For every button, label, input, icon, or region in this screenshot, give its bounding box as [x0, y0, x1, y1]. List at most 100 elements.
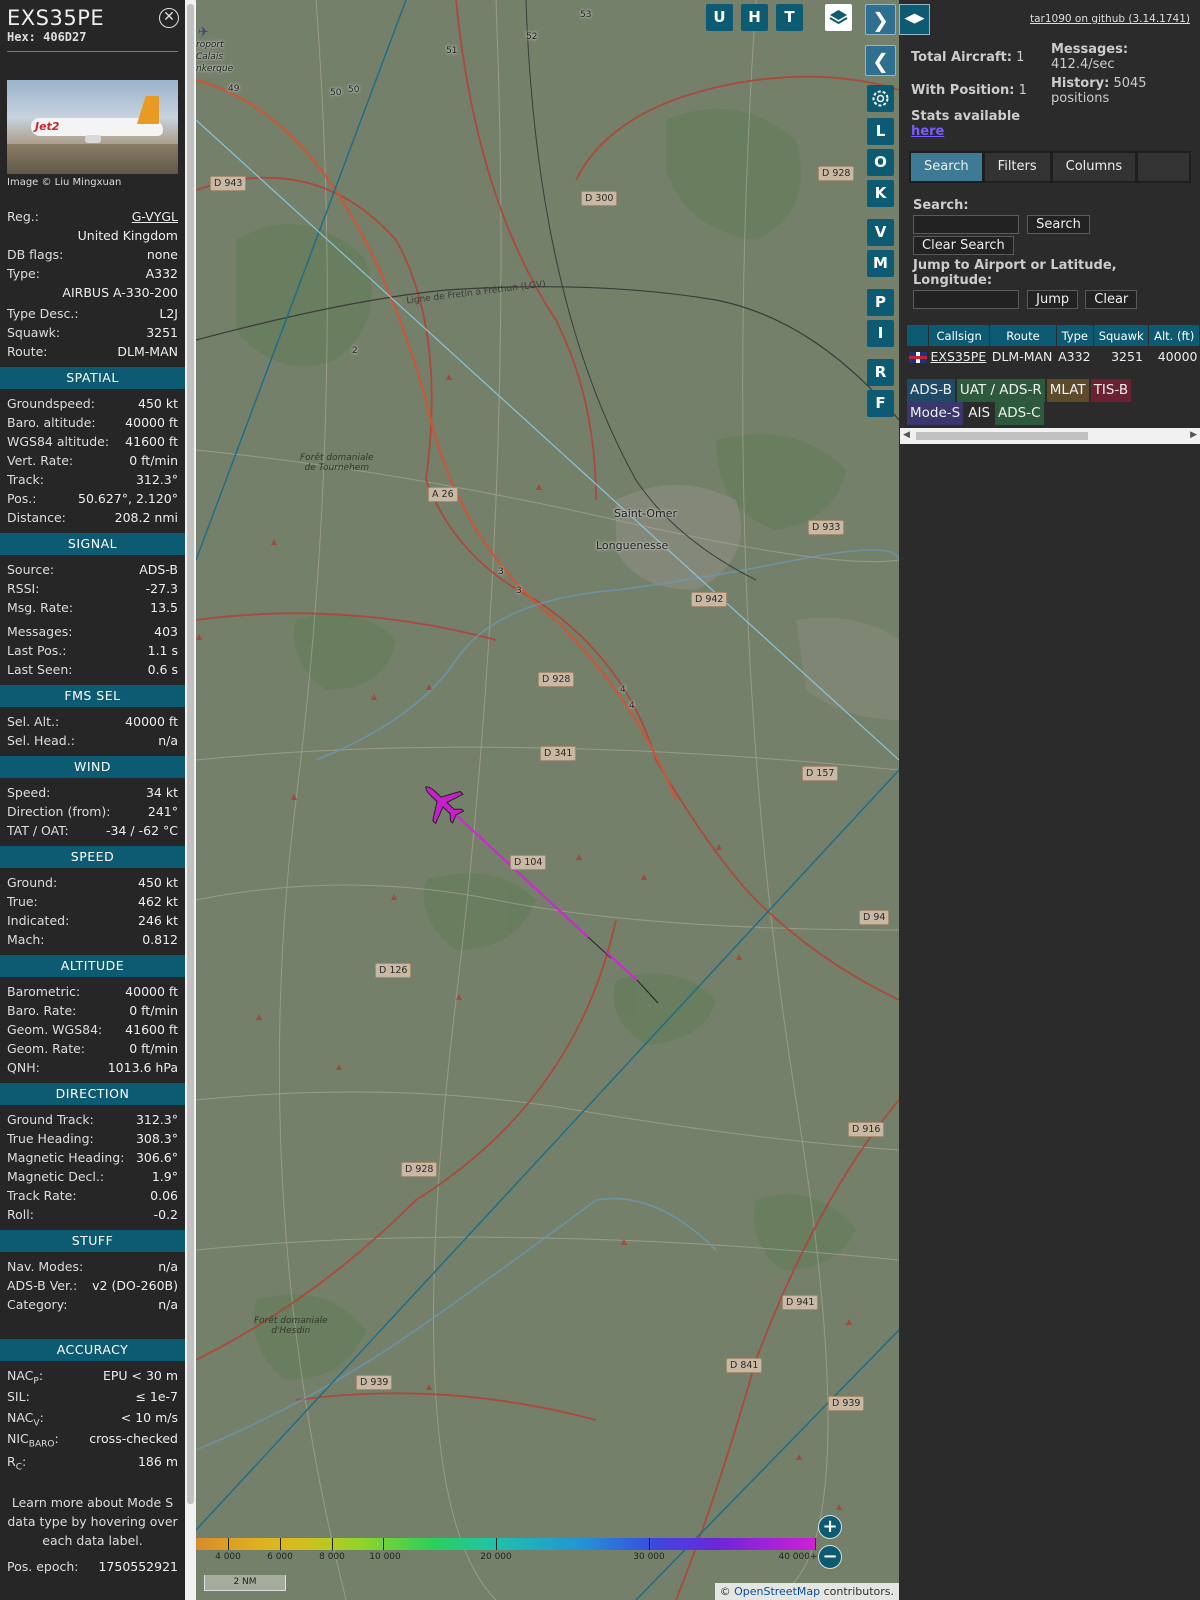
table-horizontal-scrollbar[interactable]: ◀ ▶ — [900, 428, 1200, 444]
search-button[interactable]: Search — [1027, 215, 1090, 234]
info-label: Baro. Rate: — [7, 1003, 77, 1018]
search-input[interactable] — [913, 215, 1019, 234]
messages-stat: Messages: 412.4/sec — [1051, 42, 1129, 72]
cell-squawk: 3251 — [1111, 349, 1143, 365]
toggle-u-button[interactable]: U — [706, 4, 733, 31]
tab-search[interactable]: Search — [911, 153, 982, 181]
aircraft-photo[interactable]: Jet2 — [7, 80, 178, 174]
info-value: none — [146, 247, 178, 262]
zoom-out-button[interactable]: − — [818, 1545, 842, 1569]
town-label: Calais — [196, 52, 224, 62]
info-value: DLM-MAN — [117, 344, 178, 359]
toggle-p-button[interactable]: P — [867, 289, 894, 316]
info-value: 3251 — [146, 325, 178, 340]
with-position-stat: With Position: 1 — [911, 83, 1027, 98]
scroll-right-icon[interactable]: ▶ — [1190, 430, 1197, 440]
info-panel-scrollbar[interactable] — [185, 0, 196, 1600]
map-attribution: © OpenStreetMap contributors. — [714, 1583, 899, 1600]
toggle-m-button[interactable]: M — [867, 250, 894, 277]
toggle-v-button[interactable]: V — [867, 219, 894, 246]
info-row: NACP: EPU < 30 m — [7, 1366, 178, 1387]
photo-livery-text: Jet2 — [35, 120, 60, 133]
info-label: Reg.: — [7, 209, 39, 224]
github-link[interactable]: tar1090 on github (3.14.1741) — [1030, 13, 1190, 25]
info-row: Last Seen: 0.6 s — [7, 660, 178, 679]
country-value: United Kingdom — [77, 228, 178, 243]
legend-tick — [649, 1538, 650, 1550]
tab-columns[interactable]: Columns — [1052, 153, 1136, 181]
toggle-o-button[interactable]: O — [867, 149, 894, 176]
altitude-color-legend: 4 000 6 000 8 000 10 000 20 000 30 000 4… — [196, 1538, 818, 1564]
settings-button[interactable] — [867, 85, 894, 112]
map-view[interactable]: ✈ D 943 D 300 D 928 A 26 D 933 D 942 D 9… — [196, 0, 899, 1600]
scrollbar-thumb[interactable] — [916, 432, 1088, 440]
section-header-accuracy: ACCURACY — [0, 1339, 185, 1361]
clear-jump-button[interactable]: Clear — [1085, 290, 1138, 309]
section-header-speed: SPEED — [0, 846, 185, 868]
legend-tick — [332, 1538, 333, 1550]
info-row: Type Desc.: L2J — [7, 304, 178, 323]
help-note: Learn more about Mode S data type by hov… — [7, 1495, 178, 1548]
road-number: 49 — [228, 84, 240, 94]
column-header-type[interactable]: Type — [1055, 324, 1094, 347]
road-label: D 157 — [802, 766, 839, 781]
info-value: cross-checked — [89, 1431, 178, 1446]
toggle-h-button[interactable]: H — [741, 4, 768, 31]
info-value: L2J — [159, 306, 178, 321]
zoom-in-button[interactable]: + — [818, 1515, 842, 1539]
info-label: True Heading: — [7, 1131, 94, 1146]
info-row: NICBARO: cross-checked — [7, 1429, 178, 1452]
expand-sidebar-button[interactable]: ◀▶ — [899, 4, 930, 35]
info-row: RC: 186 m — [7, 1452, 178, 1475]
info-value: 0 ft/min — [129, 1041, 178, 1056]
info-label: Type: — [7, 266, 40, 281]
column-header-route[interactable]: Route — [989, 324, 1057, 347]
jump-button[interactable]: Jump — [1027, 290, 1079, 309]
column-header-altitude[interactable]: Alt. (ft) — [1148, 324, 1200, 347]
column-header-callsign[interactable]: Callsign — [927, 324, 991, 347]
next-aircraft-button[interactable]: ❯ — [865, 4, 896, 35]
osm-link[interactable]: OpenStreetMap — [734, 1585, 820, 1598]
table-row[interactable]: EXS35PE DLM-MAN A332 3251 40000 — [907, 347, 1200, 367]
road-label: D 841 — [726, 1358, 763, 1373]
photo-ground — [7, 144, 178, 174]
legend-tick-label: 30 000 — [633, 1552, 665, 1562]
scrollbar-thumb[interactable] — [187, 4, 194, 1504]
layers-button[interactable] — [825, 4, 852, 31]
column-header-flag[interactable] — [906, 324, 929, 347]
stats-link[interactable]: here — [911, 124, 944, 139]
clear-search-button[interactable]: Clear Search — [913, 236, 1014, 255]
info-row: Magnetic Decl.: 1.9° — [7, 1167, 178, 1186]
info-value: 403 — [154, 624, 178, 639]
info-row: Geom. WGS84: 41600 ft — [7, 1020, 178, 1039]
info-label: Route: — [7, 344, 48, 359]
jump-input[interactable] — [913, 290, 1019, 309]
type-full-value: AIRBUS A-330-200 — [62, 285, 178, 300]
section-header-spatial: SPATIAL — [0, 367, 185, 389]
info-value: 41600 ft — [125, 434, 178, 449]
toggle-l-button[interactable]: L — [867, 118, 894, 145]
registration-link[interactable]: G-VYGL — [132, 207, 178, 226]
toggle-f-button[interactable]: F — [867, 390, 894, 417]
prev-aircraft-button[interactable]: ❮ — [865, 45, 896, 76]
road-label: D 94 — [859, 910, 890, 925]
info-label: Pos. epoch: — [7, 1559, 79, 1574]
toggle-t-button[interactable]: T — [776, 4, 803, 31]
rc-label: RC: — [7, 1454, 27, 1473]
source-badge: Mode-S — [907, 402, 964, 425]
toggle-r-button[interactable]: R — [867, 359, 894, 386]
toggle-i-button[interactable]: I — [867, 320, 894, 347]
info-row: Baro. altitude: 40000 ft — [7, 413, 178, 432]
info-value: 40000 ft — [125, 415, 178, 430]
close-icon[interactable]: ✕ — [159, 8, 179, 28]
info-row: Sel. Alt.: 40000 ft — [7, 712, 178, 731]
info-row: Type: A332 — [7, 264, 178, 283]
aircraft-icon[interactable] — [412, 772, 471, 831]
toggle-k-button[interactable]: K — [867, 180, 894, 207]
column-header-squawk[interactable]: Squawk — [1092, 324, 1150, 347]
scroll-left-icon[interactable]: ◀ — [903, 430, 910, 440]
chevron-right-icon: ❯ — [872, 8, 889, 32]
tab-filters[interactable]: Filters — [984, 153, 1050, 181]
divider — [7, 51, 178, 52]
cell-callsign[interactable]: EXS35PE — [929, 347, 990, 367]
